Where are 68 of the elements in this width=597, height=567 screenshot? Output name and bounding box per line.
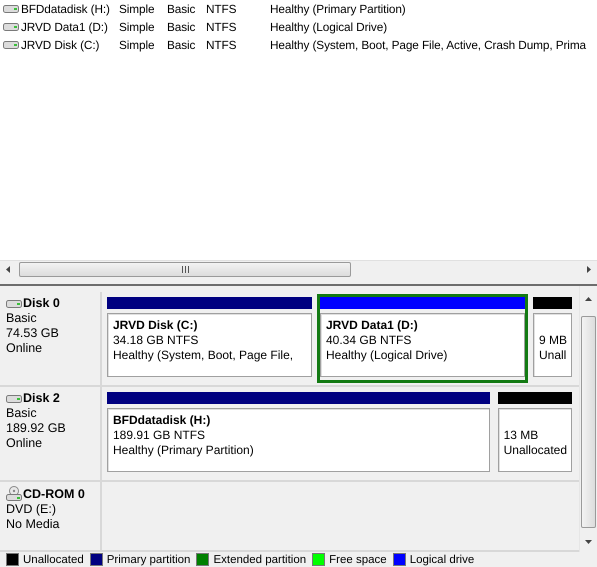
volume-file-system: NTFS (206, 20, 238, 34)
disk-label[interactable]: CD-ROM 0 DVD (E:) No Media (0, 482, 102, 550)
disk-detail: DVD (E:) (6, 502, 57, 518)
horizontal-scrollbar[interactable] (0, 260, 597, 278)
scroll-right-icon[interactable] (585, 266, 592, 273)
drive-icon (6, 394, 22, 404)
drive-icon (3, 4, 19, 14)
partition-status: Unall (539, 348, 568, 363)
partition-size: 34.18 GB NTFS (113, 333, 200, 348)
partition-title: JRVD Disk (C:) (113, 318, 198, 333)
vertical-scrollbar[interactable] (579, 286, 597, 552)
volume-layout: Simple (119, 38, 156, 52)
volume-status: Healthy (Logical Drive) (270, 20, 388, 34)
partition-title: BFDdatadisk (H:) (113, 413, 212, 428)
volume-status: Healthy (System, Boot, Page File, Active, Crash Dump, Prima (270, 38, 588, 52)
partition-color-bar (533, 297, 572, 309)
drive-icon (3, 40, 19, 50)
legend-label: Unallocated (23, 554, 84, 566)
grip-icon (182, 266, 188, 273)
drive-icon (3, 22, 19, 32)
partition[interactable]: JRVD Data1 (D:) 40.34 GB NTFS Healthy (Logical Drive) (317, 294, 528, 384)
disk-name: Disk 2 (6, 391, 100, 406)
drive-icon (6, 298, 22, 308)
partition-status: Healthy (System, Boot, Page File, (113, 348, 294, 363)
disk-label[interactable]: Disk 0 Basic 74.53 GB Online (0, 292, 102, 386)
partition-size: 9 MB (539, 333, 568, 348)
partition-size: 40.34 GB NTFS (326, 333, 412, 348)
volume-type: Basic (167, 2, 196, 16)
disk-name: CD-ROM 0 (6, 486, 100, 502)
partition-status: Healthy (Primary Partition) (113, 443, 255, 458)
scrollbar-thumb[interactable] (581, 316, 596, 528)
disk-label[interactable]: Disk 2 Basic 189.92 GB Online (0, 387, 102, 480)
scroll-up-icon[interactable] (585, 296, 592, 303)
disk-detail: 74.53 GB (6, 326, 60, 341)
volume-name: JRVD Disk (C:) (21, 38, 100, 52)
volume-name: BFDdatadisk (H:) (21, 2, 110, 16)
partition-title: JRVD Data1 (D:) (326, 318, 419, 333)
disk-name: Disk 0 (6, 296, 100, 311)
disk-detail: Online (6, 341, 44, 356)
disk-detail: 189.92 GB (6, 421, 67, 436)
disk-detail: Basic (6, 406, 38, 422)
partition-size: 189.91 GB NTFS (113, 428, 206, 444)
volume-row[interactable]: BFDdatadisk (H:) Simple Basic NTFS Healthy (Primary Partition) (0, 0, 597, 18)
legend-label: Extended partition (213, 554, 306, 566)
volume-file-system: NTFS (206, 38, 238, 52)
volume-row[interactable]: JRVD Data1 (D:) Simple Basic NTFS Healthy (Logical Drive) (0, 18, 597, 36)
volume-layout: Simple (119, 20, 156, 34)
cd-drive-icon (6, 486, 22, 502)
scroll-left-icon[interactable] (5, 266, 12, 273)
volume-row[interactable]: JRVD Disk (C:) Simple Basic NTFS Healthy (System, Boot, Page File, Active, Crash Dump, Prima (0, 36, 597, 54)
partition-status: Unallocated (504, 443, 567, 458)
volume-status: Healthy (Primary Partition) (270, 2, 407, 16)
disk-detail: No Media (6, 517, 60, 532)
volume-layout: Simple (119, 2, 156, 16)
splitter-bar[interactable] (0, 278, 597, 286)
legend-label: Free space (329, 554, 387, 566)
volume-type: Basic (167, 20, 196, 34)
partition-status: Healthy (Logical Drive) (326, 348, 448, 363)
scroll-down-icon[interactable] (585, 538, 592, 545)
legend-label: Logical drive (410, 554, 474, 566)
partition-size: 13 MB (504, 428, 540, 444)
disk-detail: Online (6, 436, 44, 452)
scrollbar-thumb[interactable] (19, 262, 351, 277)
volume-name: JRVD Data1 (D:) (21, 20, 108, 34)
volume-type: Basic (167, 38, 196, 52)
volume-file-system: NTFS (206, 2, 238, 16)
legend-label: Primary partition (106, 554, 190, 566)
disk-detail: Basic (6, 311, 38, 326)
